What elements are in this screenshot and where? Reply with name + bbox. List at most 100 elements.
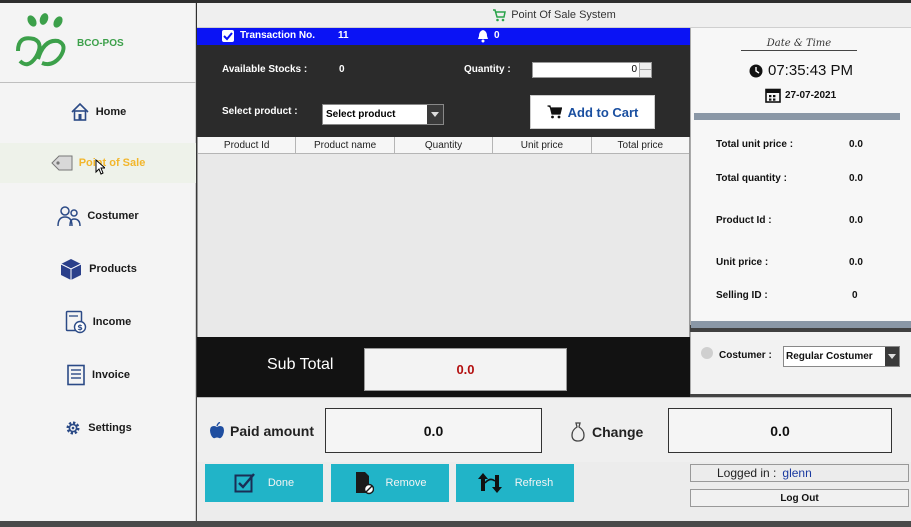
paid-amount-label: Paid amount [230, 423, 315, 439]
nav-item-products[interactable]: Products [0, 249, 196, 289]
available-stocks-value: 0 [339, 64, 345, 75]
remove-button[interactable]: Remove [331, 464, 449, 502]
change-value: 0.0 [668, 408, 892, 453]
nav-item-label: Home [95, 106, 127, 118]
session-area: Logged in : glenn Log Out [690, 462, 911, 521]
column-header-total-price[interactable]: Total price [592, 137, 689, 153]
divider [691, 321, 911, 328]
notification-count: 0 [494, 30, 500, 41]
nav-item-home[interactable]: Home [0, 92, 196, 132]
income-icon: $ [65, 310, 86, 334]
paid-amount-input[interactable]: 0.0 [325, 408, 542, 453]
customer-area: Costumer : Regular Costumer [690, 332, 911, 394]
quantity-value: 0 [631, 64, 637, 75]
quantity-stepper[interactable]: 0 [532, 62, 652, 78]
apple-icon [210, 422, 224, 439]
chevron-down-icon[interactable] [427, 105, 443, 124]
paid-amount-label-group: Paid amount [209, 422, 314, 440]
product-id-label: Product Id : [716, 215, 772, 226]
customers-icon [57, 206, 82, 227]
nav-item-income[interactable]: $ Income [0, 302, 196, 342]
refresh-button[interactable]: Refresh [456, 464, 574, 502]
available-stocks-label: Available Stocks : [222, 64, 308, 75]
column-header-quantity[interactable]: Quantity [395, 137, 494, 153]
customer-dropdown[interactable]: Regular Costumer [783, 346, 900, 367]
customer-value: Regular Costumer [786, 351, 873, 362]
total-unit-price-label: Total unit price : [716, 139, 794, 150]
column-header-unit-price[interactable]: Unit price [493, 137, 592, 153]
nav-item-settings[interactable]: Settings [0, 408, 196, 448]
change-label-group: Change [571, 422, 643, 442]
select-product-dropdown[interactable]: Select product [322, 104, 444, 125]
unit-price-label: Unit price : [716, 257, 769, 268]
nav-item-label: Products [89, 263, 137, 275]
remove-document-icon [355, 472, 374, 495]
add-to-cart-label: Add to Cart [567, 104, 639, 120]
chevron-down-icon[interactable] [885, 347, 899, 366]
logged-in-status: Logged in : glenn [690, 464, 909, 482]
column-header-product-id[interactable]: Product Id [198, 137, 297, 153]
cart-table[interactable]: Product Id Product name Quantity Unit pr… [197, 137, 690, 337]
nav-item-costumer[interactable]: Costumer [0, 196, 196, 236]
transaction-label: Transaction No. [240, 30, 316, 41]
money-bag-icon [571, 422, 585, 442]
select-product-label: Select product : [222, 106, 298, 117]
nav-item-label: Income [92, 316, 132, 328]
selling-id-label: Selling ID : [716, 290, 768, 301]
brand-logo-icon [16, 13, 66, 67]
transaction-number: 11 [338, 30, 349, 41]
price-tag-icon [50, 155, 73, 171]
box-icon [60, 259, 82, 280]
checkbox-icon [222, 30, 234, 42]
logo-area: BCO-POS [0, 3, 196, 83]
nav-item-invoice[interactable]: Invoice [0, 355, 196, 395]
gear-icon [66, 421, 80, 435]
clock-icon [749, 64, 763, 77]
divider [694, 113, 900, 120]
quantity-label: Quantity : [464, 64, 511, 75]
nav-item-label: Settings [88, 422, 132, 434]
calendar: 27-07-2021 [765, 87, 836, 103]
cart-icon [493, 8, 507, 21]
svg-text:$: $ [77, 323, 83, 332]
current-date: 27-07-2021 [785, 89, 837, 101]
column-header-product-name[interactable]: Product name [296, 137, 395, 153]
clock: 07:35:43 PM [749, 62, 853, 79]
sidebar: BCO-POS Home Point of Sale Costumer Prod… [0, 3, 196, 521]
change-label: Change [592, 424, 644, 440]
done-label: Done [267, 477, 295, 489]
window-title-bar: Point Of Sale System [197, 3, 911, 28]
nav-item-label: Point of Sale [78, 157, 146, 169]
mouse-cursor-icon [95, 159, 105, 175]
selling-id-value: 0 [852, 290, 858, 301]
cart-icon [547, 105, 562, 119]
bell-icon[interactable] [477, 29, 489, 43]
unit-price-value: 0.0 [849, 257, 863, 268]
payment-row: Paid amount 0.0 Change 0.0 [197, 397, 911, 462]
customer-label: Costumer : [719, 350, 772, 361]
add-to-cart-button[interactable]: Add to Cart [530, 95, 655, 129]
select-product-value: Select product [326, 109, 396, 120]
home-icon [71, 102, 89, 121]
logged-in-label: Logged in : [717, 466, 777, 480]
logout-button[interactable]: Log Out [690, 489, 909, 507]
product-input-panel: Available Stocks : 0 Quantity : 0 Select… [197, 45, 690, 137]
current-time: 07:35:43 PM [768, 62, 854, 79]
window-title: Point Of Sale System [511, 9, 616, 21]
details-panel: Date & Time 07:35:43 PM 27-07-2021 Total… [690, 28, 911, 328]
nav-item-label: Invoice [92, 369, 130, 381]
nav-item-label: Costumer [87, 210, 139, 222]
done-button[interactable]: Done [205, 464, 323, 502]
action-buttons: Done Remove Refresh [197, 462, 690, 521]
invoice-icon [67, 364, 85, 386]
product-id-value: 0.0 [849, 215, 863, 226]
checkbox-done-icon [234, 473, 255, 493]
customer-icon [701, 347, 713, 359]
table-header: Product Id Product name Quantity Unit pr… [198, 137, 689, 154]
quantity-spin-buttons[interactable] [639, 63, 651, 77]
remove-label: Remove [385, 477, 427, 489]
subtotal-bar: Sub Total 0.0 [197, 337, 690, 397]
date-time-heading: Date & Time [741, 38, 857, 51]
total-unit-price-value: 0.0 [849, 139, 863, 150]
total-quantity-value: 0.0 [849, 173, 863, 184]
